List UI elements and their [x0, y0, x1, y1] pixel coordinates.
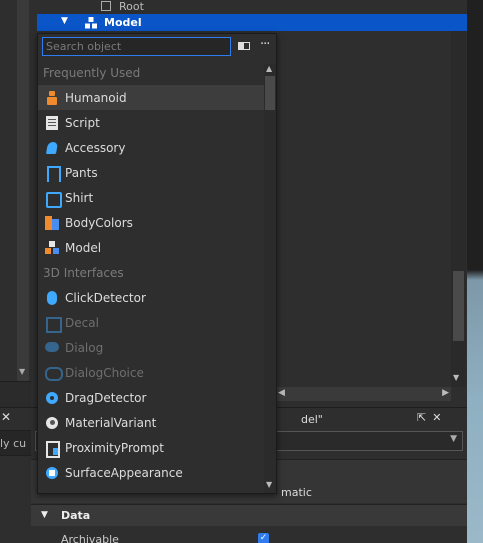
scroll-right-icon[interactable]: ▶	[442, 388, 449, 398]
chevron-down-icon[interactable]: ▼	[61, 16, 68, 26]
menu-item-decal[interactable]: Decal	[38, 310, 264, 335]
dropdown-scrollbar[interactable]: ▲ ▼	[264, 64, 276, 493]
menu-item-dragdetector[interactable]: DragDetector	[38, 385, 264, 410]
undock-icon[interactable]: ⇱	[417, 411, 426, 424]
search-input[interactable]	[42, 37, 231, 56]
scroll-up-icon[interactable]: ▲	[266, 64, 272, 73]
clickdetector-icon	[45, 290, 59, 305]
menu-item-label: DialogChoice	[65, 365, 144, 380]
viewport-edge	[467, 0, 483, 543]
materialvariant-icon	[45, 416, 59, 430]
menu-item-dialogchoice[interactable]: DialogChoice	[38, 360, 264, 385]
left-scrollbar[interactable]	[17, 0, 29, 381]
menu-item-label: Model	[65, 240, 102, 255]
property-row-archivable: Archivable ✓	[31, 526, 467, 543]
menu-item-accessory[interactable]: Accessory	[38, 135, 264, 160]
menu-item-label: BodyColors	[65, 215, 133, 230]
dragdetector-icon	[45, 391, 59, 405]
tree-item-model[interactable]: ▼ Model	[37, 14, 481, 31]
menu-item-label: Decal	[65, 315, 99, 330]
menu-item-humanoid[interactable]: Humanoid	[38, 85, 264, 110]
more-options-icon[interactable]: ···	[260, 37, 270, 52]
explorer-scrollbar[interactable]: ▼	[451, 31, 466, 387]
scrollbar-thumb[interactable]	[453, 271, 464, 341]
dialog-icon	[45, 341, 59, 355]
object-list: Frequently Used Humanoid Script Accessory Pa…	[38, 60, 264, 493]
menu-item-pants[interactable]: Pants	[38, 160, 264, 185]
surfaceappearance-icon	[45, 466, 59, 480]
menu-item-clickdetector[interactable]: ClickDetector	[38, 285, 264, 310]
menu-item-label: Script	[65, 115, 100, 130]
tree-item-label: Model	[104, 16, 142, 29]
explorer-horizontal-scrollbar[interactable]: ◀ ▶	[276, 387, 451, 401]
menu-item-surfaceappearance[interactable]: SurfaceAppearance	[38, 460, 264, 485]
cube-icon	[101, 1, 111, 11]
scroll-down-icon[interactable]: ▼	[453, 373, 459, 382]
tree-item-label: Root	[119, 0, 144, 13]
section-header-data[interactable]: ▼ Data	[31, 504, 467, 526]
category-header: Frequently Used	[43, 65, 141, 80]
bodycolors-icon	[45, 215, 59, 230]
accessory-icon	[45, 141, 59, 155]
shirt-icon	[45, 191, 62, 208]
archivable-checkbox[interactable]: ✓	[258, 533, 269, 543]
view-toggle-icon[interactable]	[238, 42, 250, 50]
left-divider	[0, 381, 31, 407]
close-icon[interactable]: ✕	[0, 410, 12, 424]
model-icon	[85, 17, 97, 29]
menu-item-label: Humanoid	[65, 90, 127, 105]
menu-item-dialog[interactable]: Dialog	[38, 335, 264, 360]
scrollbar-thumb[interactable]	[265, 76, 275, 110]
chevron-down-icon[interactable]: ▼	[450, 434, 457, 444]
menu-item-shirt[interactable]: Shirt	[38, 185, 264, 210]
menu-item-proximityprompt[interactable]: ProximityPrompt	[38, 435, 264, 460]
properties-title: del"	[301, 413, 323, 426]
section-label: Data	[61, 509, 91, 522]
insert-object-dropdown: ··· Frequently Used Humanoid Script Accesso…	[37, 33, 277, 494]
left-panel-row: ly cu	[0, 430, 31, 456]
pants-icon	[45, 165, 61, 182]
scroll-down-icon[interactable]: ▼	[19, 367, 25, 376]
category-header: 3D Interfaces	[43, 265, 124, 280]
script-icon	[45, 115, 59, 130]
left-lower-panel	[0, 407, 31, 543]
menu-item-label: Dialog	[65, 340, 104, 355]
menu-item-label: ProximityPrompt	[65, 440, 164, 455]
humanoid-icon	[45, 90, 59, 105]
property-label: Archivable	[61, 533, 119, 543]
menu-item-label: Shirt	[65, 190, 94, 205]
menu-item-label: Pants	[65, 165, 98, 180]
menu-item-label: MaterialVariant	[65, 415, 157, 430]
menu-item-bodycolors[interactable]: BodyColors	[38, 210, 264, 235]
menu-item-script[interactable]: Script	[38, 110, 264, 135]
chevron-down-icon[interactable]: ▼	[41, 510, 48, 520]
left-panel-text: ly cu	[0, 437, 27, 450]
menu-item-label: DragDetector	[65, 390, 147, 405]
tree-item-root[interactable]: Root	[101, 0, 144, 13]
scroll-down-icon[interactable]: ▼	[266, 480, 272, 489]
close-icon[interactable]: ✕	[432, 411, 441, 424]
search-row: ···	[38, 34, 276, 60]
proximityprompt-icon	[45, 440, 60, 458]
scroll-left-icon[interactable]: ◀	[278, 388, 285, 398]
menu-item-label: SurfaceAppearance	[65, 465, 183, 480]
model-icon	[45, 240, 59, 255]
menu-item-model[interactable]: Model	[38, 235, 264, 260]
property-value: matic	[281, 486, 312, 499]
decal-icon	[45, 316, 62, 333]
menu-item-label: ClickDetector	[65, 290, 146, 305]
menu-item-materialvariant[interactable]: MaterialVariant	[38, 410, 264, 435]
menu-item-label: Accessory	[65, 140, 126, 155]
dialogchoice-icon	[45, 366, 63, 381]
